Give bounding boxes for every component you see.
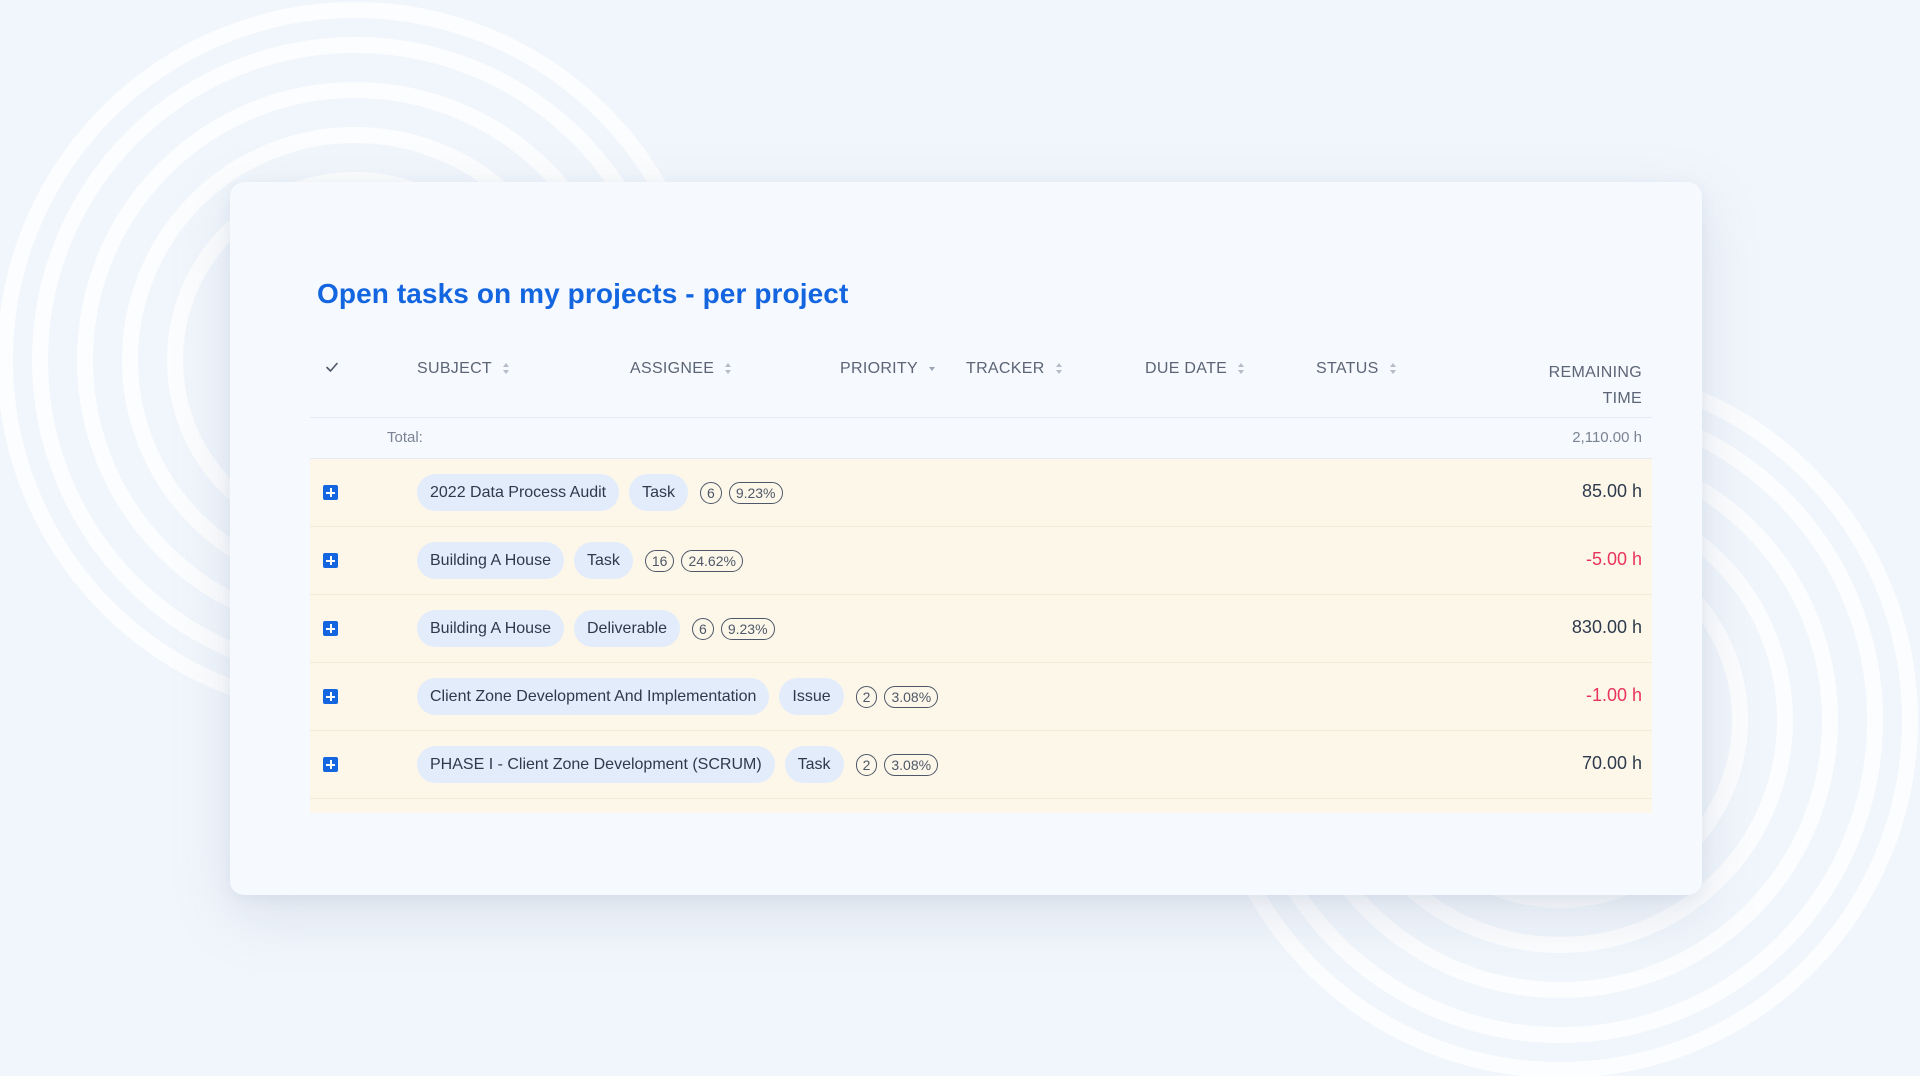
column-assignee[interactable]: ASSIGNEE	[630, 360, 733, 378]
column-tracker[interactable]: TRACKER	[966, 360, 1064, 378]
remaining-time: -5.00 h	[1585, 549, 1642, 569]
column-status[interactable]: STATUS	[1316, 360, 1398, 378]
table-header: SUBJECT ASSIGNEE PRIORITY TRACKER DUE DA…	[310, 330, 1652, 418]
project-pill[interactable]: PHASE I - Client Zone Development (SCRUM…	[417, 746, 775, 783]
column-priority-label: PRIORITY	[840, 360, 918, 377]
percent-badge: 9.23%	[720, 617, 775, 640]
column-priority[interactable]: PRIORITY	[840, 360, 937, 378]
row-groups: Building A House Deliverable 6 9.23%	[417, 610, 775, 647]
column-due-date-label: DUE DATE	[1145, 360, 1228, 377]
widget-card: Open tasks on my projects - per project …	[230, 182, 1702, 895]
count-badge: 6	[692, 617, 714, 640]
column-due-date[interactable]: DUE DATE	[1145, 360, 1246, 378]
row-groups: Client Zone Development And Implementati…	[417, 678, 939, 715]
tracker-pill[interactable]: Task	[573, 542, 633, 579]
percent-badge: 3.08%	[884, 753, 939, 776]
project-pill[interactable]: Client Zone Development And Implementati…	[417, 678, 770, 715]
check-icon[interactable]	[325, 360, 339, 374]
tracker-pill[interactable]: Task	[784, 746, 844, 783]
table-row: Building A House Deliverable 6 9.23% 830.00 …	[310, 595, 1652, 663]
table-body: 2022 Data Process Audit Task 6 9.23% 85.00 h…	[310, 459, 1652, 813]
widget-title: Open tasks on my projects - per project	[317, 278, 849, 309]
percent-badge: 3.08%	[884, 685, 939, 708]
column-remaining-time[interactable]: REMAINING TIME	[1549, 360, 1642, 412]
row-badges: 2 3.08%	[855, 753, 939, 776]
project-pill[interactable]: Building A House	[417, 610, 564, 647]
sort-arrows-icon[interactable]	[1389, 362, 1398, 376]
tracker-pill[interactable]: Deliverable	[573, 610, 681, 647]
remaining-time: 830.00 h	[1571, 617, 1642, 637]
sort-arrows-icon[interactable]	[1055, 362, 1064, 376]
row-groups: 2022 Data Process Audit Task 6 9.23%	[417, 474, 783, 511]
count-badge: 2	[855, 753, 878, 776]
row-groups: PHASE I - Client Zone Development (SCRUM…	[417, 746, 939, 783]
project-pill[interactable]: 2022 Data Process Audit	[417, 474, 620, 511]
column-remaining-label-line2: TIME	[1602, 390, 1642, 407]
tracker-pill[interactable]: Issue	[779, 678, 844, 715]
percent-badge: 9.23%	[728, 481, 783, 504]
remaining-time: -1.00 h	[1585, 685, 1642, 705]
column-remaining-label-line1: REMAINING	[1548, 364, 1642, 381]
table-row: Building A House Task 16 24.62% -5.00 h	[310, 527, 1652, 595]
remaining-time: 85.00 h	[1581, 481, 1642, 501]
row-badges: 2 3.08%	[855, 685, 939, 708]
sort-arrows-icon[interactable]	[503, 362, 511, 376]
row-groups: Building A House Task 16 24.62%	[417, 542, 743, 579]
table-row: 2022 Data Process Audit Task 6 9.23% 85.00 h	[310, 459, 1652, 527]
total-value: 2,110.00 h	[1572, 429, 1642, 446]
row-badges: 6 9.23%	[692, 617, 775, 640]
sort-arrows-icon[interactable]	[1238, 362, 1246, 376]
table-row: PHASE I - Client Zone Development (SCRUM…	[310, 731, 1652, 799]
plus-square-icon[interactable]	[323, 485, 338, 500]
column-status-label: STATUS	[1316, 360, 1379, 377]
remaining-time: 70.00 h	[1581, 753, 1642, 773]
plus-square-icon[interactable]	[323, 689, 338, 704]
tasks-table: SUBJECT ASSIGNEE PRIORITY TRACKER DUE DA…	[310, 330, 1652, 813]
total-row: Total: 2,110.00 h	[310, 418, 1652, 459]
percent-badge: 24.62%	[681, 549, 743, 572]
table-row: Client Zone Development And Implementati…	[310, 663, 1652, 731]
plus-square-icon[interactable]	[323, 757, 338, 772]
row-badges: 6 9.23%	[700, 481, 783, 504]
sort-desc-icon[interactable]	[928, 362, 937, 376]
plus-square-icon[interactable]	[323, 621, 338, 636]
project-pill[interactable]: Building A House	[417, 542, 564, 579]
row-badges: 16 24.62%	[644, 549, 743, 572]
column-assignee-label: ASSIGNEE	[630, 360, 715, 377]
plus-square-icon[interactable]	[323, 553, 338, 568]
table-row-partial	[310, 799, 1652, 813]
total-label: Total:	[387, 429, 423, 446]
count-badge: 16	[644, 549, 675, 572]
column-subject[interactable]: SUBJECT	[417, 360, 511, 378]
count-badge: 2	[855, 685, 878, 708]
column-tracker-label: TRACKER	[966, 360, 1045, 377]
column-subject-label: SUBJECT	[417, 360, 492, 377]
tracker-pill[interactable]: Task	[629, 474, 689, 511]
sort-arrows-icon[interactable]	[725, 362, 733, 376]
count-badge: 6	[700, 481, 722, 504]
